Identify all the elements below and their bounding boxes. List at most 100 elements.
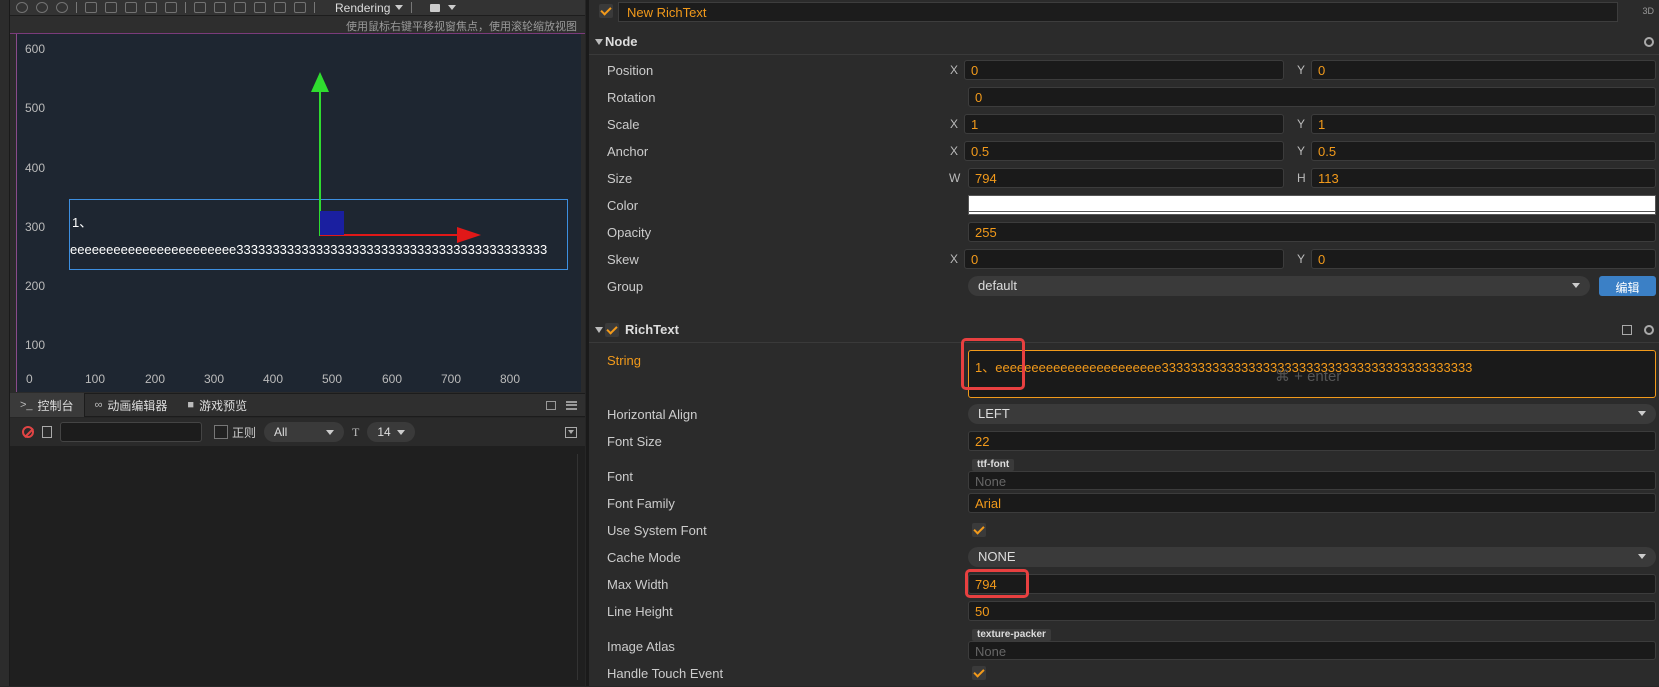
align-center-icon[interactable] [105,2,117,13]
console-log-area[interactable] [10,446,585,686]
rotation-label: Rotation [607,90,656,105]
regex-checkbox[interactable] [214,425,228,439]
use-system-font-checkbox[interactable] [972,523,986,537]
texture-packer-tag[interactable]: texture-packer [972,629,1051,641]
line-height-input[interactable]: 50 [968,601,1656,621]
anchor-y-input[interactable]: 0.5 [1311,141,1656,161]
horizontal-align-label: Horizontal Align [607,407,698,422]
image-atlas-field[interactable]: None [968,641,1656,660]
help-doc-icon[interactable] [1622,324,1632,335]
ttf-font-tag[interactable]: ttf-font [972,459,1015,471]
rotation-input[interactable]: 0 [968,87,1656,107]
zoom-out-icon[interactable] [36,2,48,13]
position-x-input[interactable]: 0 [964,60,1284,80]
tab-label: 动画编辑器 [107,398,168,413]
scene-hint: 使用鼠标右键平移视窗焦点，使用滚轮缩放视图 [346,21,577,33]
distribute-right-icon[interactable] [294,2,306,13]
cache-mode-select[interactable]: NONE [968,547,1656,567]
handle-touch-event-checkbox[interactable] [972,666,986,680]
opacity-label: Opacity [607,225,652,240]
zoom-in-icon[interactable] [16,2,28,13]
tab-game-preview[interactable]: ■ 游戏预览 [177,393,257,417]
richtext-section-header[interactable]: RichText [589,317,1659,343]
chevron-down-icon[interactable] [448,5,457,10]
align-right-icon[interactable] [125,2,137,13]
align-left-icon[interactable] [85,2,97,13]
string-textarea[interactable]: 1、eeeeeeeeeeeeeeeeeeeeeee333333333333333… [968,350,1656,398]
open-log-file-icon[interactable] [42,426,52,438]
scale-y-input[interactable]: 1 [1311,114,1656,134]
position-y-input[interactable]: 0 [1311,60,1656,80]
x-ruler-label: 800 [500,372,521,386]
zoom-reset-icon[interactable] [56,2,68,13]
chevron-down-icon [1572,283,1580,288]
node-name-input[interactable]: New RichText [618,2,1618,22]
max-width-input[interactable]: 794 [968,574,1656,594]
node-active-checkbox[interactable] [599,4,613,18]
align-top-icon[interactable] [145,2,157,13]
node-section-header[interactable]: Node [589,29,1659,55]
distribute-middle-icon[interactable] [214,2,226,13]
log-level-select[interactable]: All [264,422,345,442]
menu-icon[interactable] [566,400,577,410]
gear-icon[interactable] [1644,36,1654,47]
move-gizmo-y-arrow-icon[interactable] [311,72,329,92]
image-atlas-row: Image Atlas texture-packer None [589,629,1659,660]
group-select[interactable]: default [968,276,1590,296]
console-scrollbar[interactable] [577,454,583,680]
scale-x-input[interactable]: 1 [964,114,1284,134]
font-family-input[interactable]: Arial [968,493,1656,513]
move-gizmo-x-arrow-icon[interactable] [457,227,481,243]
distribute-bottom-icon[interactable] [234,2,246,13]
richtext-enabled-checkbox[interactable] [605,322,619,337]
move-gizmo-center-handle[interactable] [320,211,344,235]
size-width-input[interactable]: 794 [968,168,1284,188]
popout-icon[interactable] [546,400,556,410]
skew-x-input[interactable]: 0 [964,249,1284,269]
left-edge-strip [0,0,10,686]
font-family-label: Font Family [607,496,675,511]
align-middle-icon[interactable] [165,2,177,13]
render-mode-dropdown[interactable]: Rendering [335,1,404,15]
distribute-top-icon[interactable] [194,2,206,13]
cache-mode-row: Cache Mode NONE [589,544,1659,571]
clear-console-icon[interactable] [22,426,34,438]
size-height-input[interactable]: 113 [1311,168,1656,188]
horizontal-align-select[interactable]: LEFT [968,404,1656,424]
horizontal-align-value: LEFT [978,406,1010,421]
color-label: Color [607,198,639,213]
highlight-box-max-width [965,569,1029,598]
terminal-icon: >_ [20,399,33,411]
string-value: 1、eeeeeeeeeeeeeeeeeeeeeee333333333333333… [975,360,1473,375]
3d-toggle[interactable]: 3D [1642,6,1654,16]
use-system-font-label: Use System Font [607,523,707,538]
font-size-select[interactable]: 14 [367,422,416,442]
skew-y-input[interactable]: 0 [1311,249,1656,269]
richtext-line-1: 1、 [72,215,93,230]
anchor-label: Anchor [607,144,649,159]
tab-animation-editor[interactable]: ∞ 动画编辑器 [85,393,178,417]
camera-icon[interactable] [430,3,441,12]
scene-viewport[interactable]: 600 500 400 300 200 100 0 100 200 300 40… [16,34,581,392]
gear-icon[interactable] [1644,324,1654,335]
distribute-center-icon[interactable] [274,2,286,13]
font-asset-field[interactable]: None [968,471,1656,490]
console-filter-input[interactable] [60,422,202,442]
font-size-input[interactable]: 22 [968,431,1656,451]
edit-group-button[interactable]: 编辑 [1599,276,1656,296]
tab-console[interactable]: >_ 控制台 [10,393,85,417]
x-ruler-label: 500 [322,372,343,386]
y-ruler-label: 100 [25,338,46,352]
collapse-icon[interactable] [565,426,577,438]
axis-label: X [950,63,959,77]
opacity-input[interactable]: 255 [968,222,1656,242]
y-ruler-label: 200 [25,279,46,293]
distribute-left-icon[interactable] [254,2,266,13]
axis-label: Y [1297,144,1306,158]
font-row: Font ttf-font None [589,459,1659,490]
font-size-label: Font Size [607,434,662,449]
rotation-row: Rotation 0 [589,84,1659,111]
anchor-x-input[interactable]: 0.5 [964,141,1284,161]
y-ruler-label: 300 [25,220,46,234]
color-swatch[interactable] [968,195,1656,215]
